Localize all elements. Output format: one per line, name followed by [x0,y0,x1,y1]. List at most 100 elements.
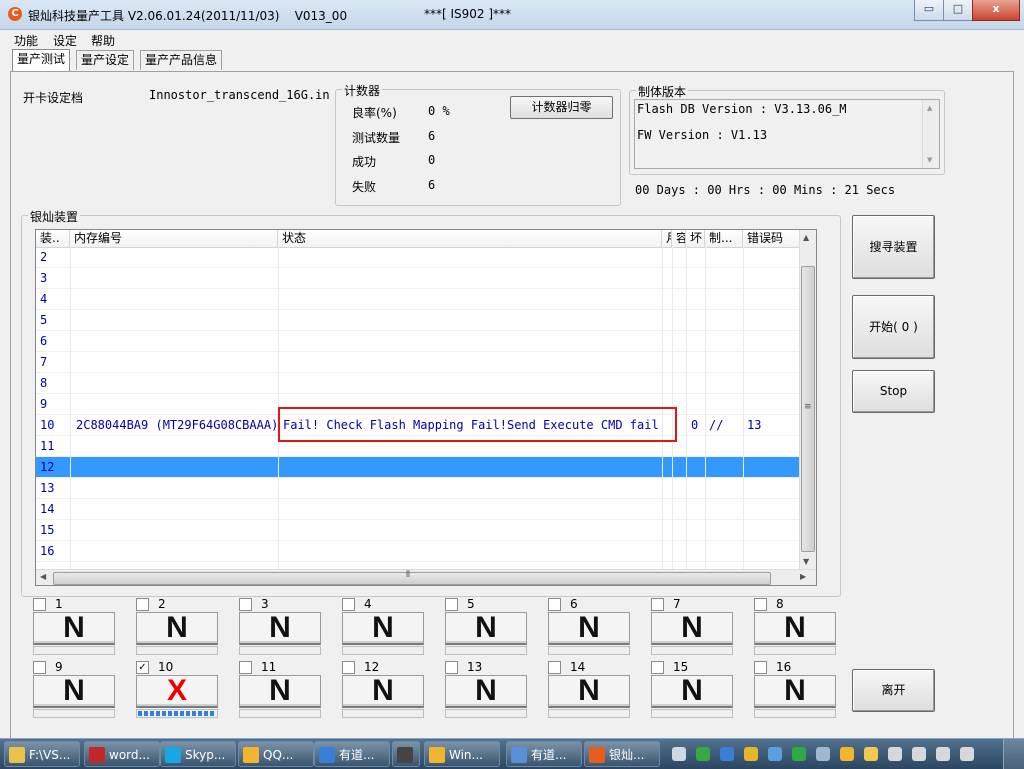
cell-memory-id [76,499,276,520]
scroll-thumb[interactable]: ≡ [801,266,815,552]
firmware-scrollbar[interactable]: ▲ ▼ [922,100,939,168]
qq-icon [243,747,259,763]
exit-button[interactable]: 离开 [852,669,935,712]
taskbar-button[interactable]: 有道... [506,741,582,767]
smile-icon[interactable] [864,747,878,761]
slot-checkbox[interactable] [651,598,664,611]
menu-help[interactable]: 帮助 [91,32,115,49]
table-row[interactable]: 15 [36,520,816,541]
taskbar-button[interactable]: 银灿... [584,741,660,767]
slot-checkbox[interactable] [33,661,46,674]
start-button[interactable]: 开始( 0 ) [852,295,935,359]
table-row[interactable]: 8 [36,373,816,394]
keyboard-icon[interactable] [672,747,686,761]
firmware-textbox[interactable]: Flash DB Version : V3.13.06_M FW Version… [634,99,940,169]
evernote-icon[interactable] [696,747,710,761]
menu-function[interactable]: 功能 [14,32,38,49]
chat-icon[interactable] [768,747,782,761]
minimize-button[interactable]: ▭ [914,0,944,21]
check-icon[interactable] [792,747,806,761]
taskbar-button[interactable]: F:\VS... [4,741,80,767]
table-row[interactable]: 4 [36,289,816,310]
device-slot: 14 N [548,660,630,719]
shield-icon[interactable] [744,747,758,761]
hscroll-thumb[interactable]: ⦀ [53,570,771,585]
maximize-button[interactable]: □ [943,0,973,21]
col-month[interactable]: 月 [662,230,672,247]
table-vertical-scrollbar[interactable]: ▲ ≡ ▼ [799,230,816,569]
stop-button[interactable]: Stop [852,370,935,413]
qq-tray-icon[interactable] [840,747,854,761]
cell-made [709,352,743,373]
search-device-button[interactable]: 搜寻装置 [852,215,935,279]
table-row[interactable]: 13 [36,478,816,499]
window-icon [429,747,445,763]
battery-icon[interactable] [912,747,926,761]
slot-checkbox[interactable] [239,661,252,674]
yield-label: 良率(%) [352,106,397,120]
col-memory-id[interactable]: 内存编号 [70,230,278,247]
menu-settings[interactable]: 设定 [53,32,77,49]
scroll-up-icon[interactable]: ▲ [927,104,932,112]
counter-reset-button[interactable]: 计数器归零 [510,96,613,119]
table-row[interactable]: 16 [36,541,816,562]
scroll-right-icon[interactable]: ▶ [800,572,806,581]
taskbar-button[interactable] [392,741,420,767]
table-row[interactable]: 5 [36,310,816,331]
cell-error-code [747,373,807,394]
table-horizontal-scrollbar[interactable]: ◀ ⦀ ▶ [36,569,816,585]
window-title: 银灿科技量产工具 V2.06.01.24(2011/11/03) V013_00 [28,9,348,23]
taskbar-button[interactable]: word... [84,741,160,767]
taskbar-button[interactable]: Win... [424,741,500,767]
slot-checkbox[interactable] [754,598,767,611]
slot-checkbox[interactable]: ✓ [136,661,149,674]
col-bad[interactable]: 坏 [686,230,705,247]
usb-icon[interactable] [888,747,902,761]
network-icon[interactable] [816,747,830,761]
slot-checkbox[interactable] [548,598,561,611]
table-row[interactable]: 12 [36,457,816,478]
slot-checkbox[interactable] [33,598,46,611]
table-row[interactable]: 14 [36,499,816,520]
cell-capacity [673,457,685,478]
col-capacity[interactable]: 容 [672,230,686,247]
cell-status [283,478,659,499]
slot-checkbox[interactable] [651,661,664,674]
tab-product-info[interactable]: 量产产品信息 [140,50,223,70]
volume-icon[interactable] [960,747,974,761]
table-row[interactable]: 3 [36,268,816,289]
col-made[interactable]: 制... [705,230,743,247]
cell-bad: 0 [691,418,699,432]
table-row[interactable]: 7 [36,352,816,373]
cell-bad [691,373,705,394]
slot-checkbox[interactable] [445,661,458,674]
show-desktop-button[interactable] [1003,739,1024,769]
taskbar-button[interactable]: Skyp... [160,741,236,767]
slot-checkbox[interactable] [342,661,355,674]
pen-icon[interactable] [720,747,734,761]
config-label: 开卡设定档 [23,91,84,105]
taskbar-button[interactable]: 有道... [314,741,390,767]
slot-checkbox[interactable] [239,598,252,611]
table-row[interactable]: 6 [36,331,816,352]
close-button[interactable]: x [972,0,1020,21]
scroll-up-icon[interactable]: ▲ [803,233,809,242]
slot-checkbox[interactable] [445,598,458,611]
tab-production-test[interactable]: 量产测试 [12,49,71,71]
cell-capacity [673,478,685,499]
col-device[interactable]: 装.. [36,230,70,247]
scroll-down-icon[interactable]: ▼ [927,156,932,164]
cell-device: 6 [40,334,48,348]
cell-memory-id [76,331,276,352]
slot-checkbox[interactable] [136,598,149,611]
taskbar-button[interactable]: QQ... [238,741,314,767]
signal-icon[interactable] [936,747,950,761]
table-row[interactable]: 2 [36,247,816,268]
slot-checkbox[interactable] [548,661,561,674]
tab-production-settings[interactable]: 量产设定 [76,50,135,70]
scroll-down-icon[interactable]: ▼ [803,557,809,566]
scroll-left-icon[interactable]: ◀ [40,572,46,581]
slot-checkbox[interactable] [754,661,767,674]
col-status[interactable]: 状态 [278,230,662,247]
slot-checkbox[interactable] [342,598,355,611]
